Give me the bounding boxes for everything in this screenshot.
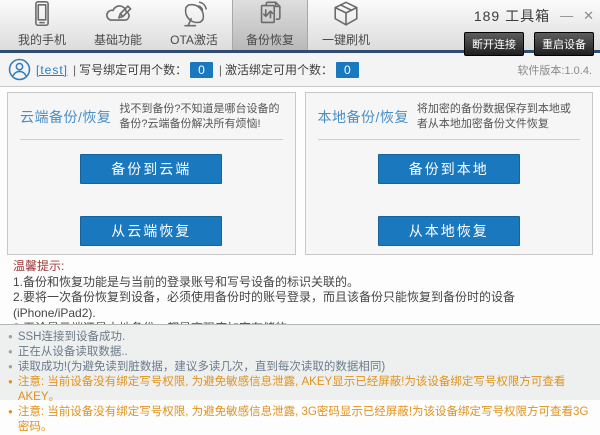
tab-one-key-flash[interactable]: 一键刷机 (308, 0, 384, 50)
satellite-icon (179, 0, 209, 29)
backup-to-cloud-button[interactable]: 备份到云端 (80, 154, 222, 184)
separator: | (219, 63, 222, 77)
activate-bind-label: 激活绑定可用个数： (225, 61, 333, 78)
phone-icon (27, 0, 57, 29)
account-bar: [test] | 写号绑定可用个数： 0 | 激活绑定可用个数： 0 软件版本:… (0, 53, 600, 87)
separator: | (73, 63, 76, 77)
tab-label: 一键刷机 (322, 31, 370, 48)
reboot-device-button[interactable]: 重启设备 (534, 32, 594, 56)
local-panel-description: 将加密的备份数据保存到本地或者从本地加密备份文件恢复 (417, 102, 580, 132)
log-entry-warning: ● 注意: 当前设备没有绑定写号权限, 为避免敏感信息泄露, AKEY显示已经屏蔽… (8, 375, 592, 405)
log-entry-info: ● 正在从设备读取数据.. (8, 345, 592, 360)
divider (20, 139, 283, 140)
log-text: SSH连接到设备成功. (18, 330, 125, 345)
log-text: 注意: 当前设备没有绑定写号权限, 为避免敏感信息泄露, 3G密码显示已经屏蔽!… (18, 405, 592, 435)
cloud-edit-icon (103, 0, 133, 29)
bullet-icon: ● (8, 344, 13, 359)
restore-from-local-button[interactable]: 从本地恢复 (378, 216, 520, 246)
log-text: 注意: 当前设备没有绑定写号权限, 为避免敏感信息泄露, AKEY显示已经屏蔽!… (18, 375, 592, 405)
app-window: 我的手机 基础功能 OTA激活 备份恢复 一键刷机 189 工具箱 — ✕ 断开连接 重… (0, 0, 600, 400)
activate-bind-count-badge: 0 (336, 62, 359, 78)
bullet-icon: ● (8, 404, 13, 419)
bullet-icon: ● (8, 329, 13, 344)
tab-my-phone[interactable]: 我的手机 (4, 0, 80, 50)
tab-label: OTA激活 (170, 31, 218, 48)
log-entry-info: ● 读取成功!(为避免读到脏数据，建议多读几次，直到每次读取的数据相同) (8, 360, 592, 375)
tab-ota-activate[interactable]: OTA激活 (156, 0, 232, 50)
log-text: 读取成功!(为避免读到脏数据，建议多读几次，直到每次读取的数据相同) (18, 360, 385, 375)
bullet-icon: ● (8, 359, 13, 374)
write-bind-label: 写号绑定可用个数： (79, 61, 187, 78)
main-toolbar: 我的手机 基础功能 OTA激活 备份恢复 一键刷机 189 工具箱 — ✕ 断开连接 重… (0, 0, 600, 53)
local-panel-title: 本地备份/恢复 (318, 102, 409, 127)
flash-cube-icon (331, 0, 361, 29)
tab-label: 基础功能 (94, 31, 142, 48)
window-title: 189 工具箱 (474, 6, 550, 26)
tab-strip: 我的手机 基础功能 OTA激活 备份恢复 一键刷机 (0, 0, 384, 50)
disconnect-button[interactable]: 断开连接 (464, 32, 524, 56)
cloud-backup-panel: 云端备份/恢复 找不到备份?不知道是哪台设备的备份?云端备份解决所有烦恼! 备份… (7, 92, 296, 255)
bullet-icon: ● (8, 374, 13, 389)
write-bind-count-badge: 0 (190, 62, 213, 78)
status-log: ● SSH连接到设备成功. ● 正在从设备读取数据.. ● 读取成功!(为避免读到脏数据，… (0, 324, 600, 400)
backup-to-local-button[interactable]: 备份到本地 (378, 154, 520, 184)
log-entry-info: ● SSH连接到设备成功. (8, 330, 592, 345)
log-text: 正在从设备读取数据.. (18, 345, 128, 360)
user-icon (8, 58, 31, 81)
tip-item: 2.要将一次备份恢复到设备，必须使用备份时的账号登录，而且该备份只能恢复到备份时… (13, 290, 591, 321)
divider (318, 139, 581, 140)
tab-label: 我的手机 (18, 31, 66, 48)
titlebar-area: 189 工具箱 — ✕ 断开连接 重启设备 (464, 0, 600, 56)
local-backup-panel: 本地备份/恢复 将加密的备份数据保存到本地或者从本地加密备份文件恢复 备份到本地… (305, 92, 594, 255)
tip-item: 1.备份和恢复功能是与当前的登录账号和写号设备的标识关联的。 (13, 275, 591, 291)
tab-label: 备份恢复 (246, 31, 294, 48)
cloud-panel-title: 云端备份/恢复 (20, 102, 111, 127)
tab-backup-restore[interactable]: 备份恢复 (232, 0, 308, 50)
tips-title: 温馨提示: (13, 259, 591, 275)
minimize-icon[interactable]: — (560, 10, 573, 22)
log-entry-warning: ● 注意: 当前设备没有绑定写号权限, 为避免敏感信息泄露, 3G密码显示已经屏蔽… (8, 405, 592, 435)
cloud-panel-description: 找不到备份?不知道是哪台设备的备份?云端备份解决所有烦恼! (119, 102, 282, 132)
restore-from-cloud-button[interactable]: 从云端恢复 (80, 216, 222, 246)
close-icon[interactable]: ✕ (583, 10, 594, 22)
main-content: 云端备份/恢复 找不到备份?不知道是哪台设备的备份?云端备份解决所有烦恼! 备份… (0, 87, 600, 352)
tab-basic-features[interactable]: 基础功能 (80, 0, 156, 50)
software-version-label: 软件版本:1.0.4. (517, 62, 592, 78)
username-link[interactable]: [test] (36, 63, 68, 77)
backup-restore-icon (255, 0, 285, 29)
